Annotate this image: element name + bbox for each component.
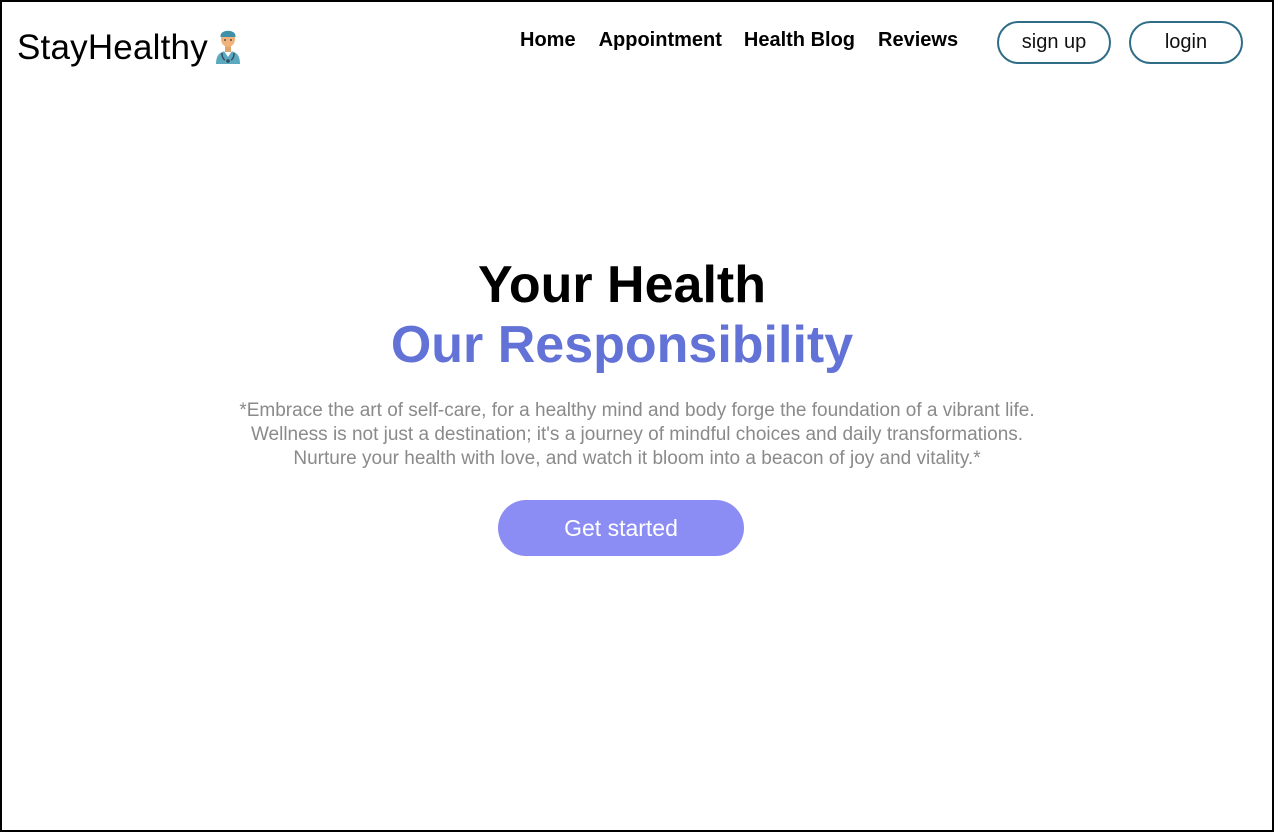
page-frame: StayHealthy Home Appointment Health Blog… [0, 0, 1274, 832]
main-nav: Home Appointment Health Blog Reviews [520, 28, 958, 52]
doctor-icon [215, 30, 240, 64]
hero-title-line-1: Your Health [478, 256, 766, 314]
hero-title-line-2: Our Responsibility [390, 316, 854, 374]
nav-health-blog-link[interactable]: Health Blog [744, 28, 855, 52]
nav-appointment-link[interactable]: Appointment [599, 28, 722, 52]
hero-description-line: *Embrace the art of self-care, for a hea… [239, 400, 1035, 421]
hero-description-line: Nurture your health with love, and watch… [293, 448, 981, 469]
hero-description-line: Wellness is not just a destination; it's… [250, 424, 1024, 445]
nav-home-link[interactable]: Home [520, 28, 576, 52]
get-started-button[interactable]: Get started [498, 500, 744, 556]
nav-reviews-link[interactable]: Reviews [878, 28, 958, 52]
login-button[interactable]: login [1129, 21, 1243, 64]
sign-up-button[interactable]: sign up [997, 21, 1111, 64]
brand-name: StayHealthy [17, 28, 208, 67]
hero-description: *Embrace the art of self-care, for a hea… [2, 399, 1272, 471]
brand-logo[interactable]: StayHealthy [17, 28, 244, 68]
